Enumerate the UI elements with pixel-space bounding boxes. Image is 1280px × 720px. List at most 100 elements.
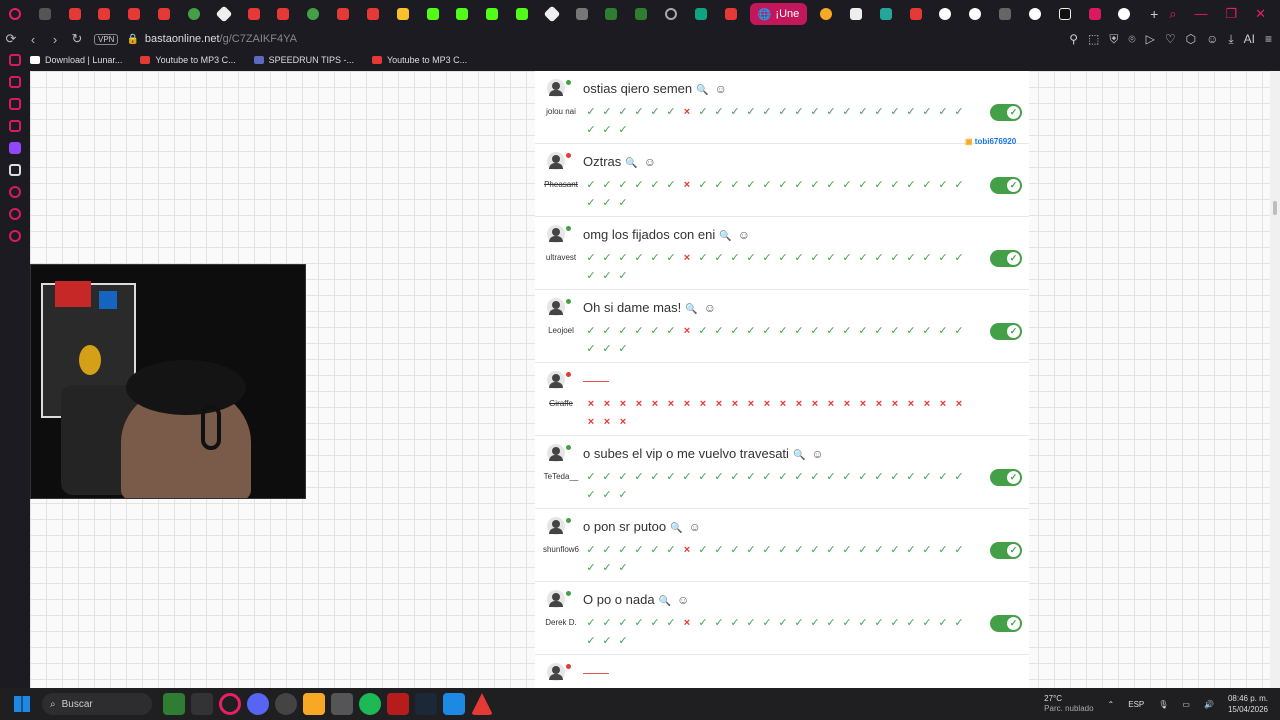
search-icon[interactable]: 🔍	[719, 231, 731, 242]
check-icon[interactable]: ✓	[791, 103, 807, 121]
page-scrollbar[interactable]	[1270, 71, 1280, 688]
smiley-icon[interactable]: ☺	[644, 155, 656, 169]
check-icon[interactable]: ✓	[903, 103, 919, 121]
back-icon[interactable]: ‹	[22, 32, 44, 47]
check-icon[interactable]: ✓	[743, 249, 759, 267]
chatgpt-tab-icon[interactable]	[686, 0, 716, 28]
check-icon[interactable]: ✓	[951, 468, 967, 486]
download-icon[interactable]: ⤓	[1228, 32, 1233, 47]
check-icon[interactable]: ✓	[775, 176, 791, 194]
check-icon[interactable]: ✓	[599, 103, 615, 121]
check-icon[interactable]: ✓	[695, 322, 711, 340]
check-icon[interactable]: ✓	[855, 614, 871, 632]
gear-tab-icon[interactable]	[656, 0, 686, 28]
check-icon[interactable]: ✓	[631, 103, 647, 121]
check-icon[interactable]: ✓	[599, 249, 615, 267]
check-icon[interactable]: ✓	[759, 103, 775, 121]
check-icon[interactable]: ✓	[695, 103, 711, 121]
youtube-tab-icon[interactable]	[328, 0, 358, 28]
check-icon[interactable]: ✓	[903, 322, 919, 340]
check-icon[interactable]: ✓	[711, 103, 727, 121]
check-icon[interactable]: ✓	[919, 176, 935, 194]
check-icon[interactable]: ✓	[599, 322, 615, 340]
check-icon[interactable]: ✓	[871, 614, 887, 632]
cross-icon[interactable]: ×	[887, 395, 903, 413]
check-icon[interactable]: ✓	[759, 176, 775, 194]
youtube-tab-icon[interactable]	[60, 0, 90, 28]
cross-icon[interactable]: ×	[919, 395, 935, 413]
opera-icon[interactable]	[219, 693, 241, 715]
folder-icon[interactable]	[303, 693, 325, 715]
check-icon[interactable]: ✓	[743, 103, 759, 121]
home-icon[interactable]	[9, 54, 21, 66]
check-icon[interactable]: ✓	[599, 176, 615, 194]
check-icon[interactable]: ✓	[727, 103, 743, 121]
kick-tab-icon[interactable]	[447, 0, 477, 28]
check-icon[interactable]: ✓	[839, 468, 855, 486]
check-icon[interactable]: ✓	[951, 614, 967, 632]
check-icon[interactable]: ✓	[711, 176, 727, 194]
spotify-icon[interactable]	[359, 693, 381, 715]
check-icon[interactable]: ✓	[887, 176, 903, 194]
tab-icon[interactable]	[537, 0, 567, 28]
smiley-icon[interactable]: ☺	[704, 301, 716, 315]
check-icon[interactable]: ✓	[615, 468, 631, 486]
check-icon[interactable]: ✓	[823, 541, 839, 559]
check-icon[interactable]: ✓	[775, 322, 791, 340]
validate-toggle[interactable]: ✓	[990, 469, 1022, 486]
check-icon[interactable]: ✓	[647, 103, 663, 121]
opera-logo-icon[interactable]	[0, 0, 30, 28]
cross-icon[interactable]: ×	[775, 395, 791, 413]
check-icon[interactable]: ✓	[599, 267, 615, 285]
new-tab-icon[interactable]: +	[1139, 0, 1169, 28]
search-tabs-icon[interactable]: ⌕	[1169, 6, 1176, 22]
check-icon[interactable]: ✓	[743, 541, 759, 559]
check-icon[interactable]: ✓	[903, 468, 919, 486]
search-icon[interactable]: 🔍	[696, 85, 708, 96]
refresh-icon[interactable]: ↻	[66, 31, 88, 47]
check-icon[interactable]: ✓	[647, 614, 663, 632]
vpn-badge[interactable]: VPN	[94, 33, 119, 45]
check-icon[interactable]: ✓	[647, 541, 663, 559]
lang-indicator[interactable]: ESP	[1128, 700, 1144, 709]
cross-icon[interactable]: ×	[935, 395, 951, 413]
youtube-tab-icon[interactable]	[268, 0, 298, 28]
check-icon[interactable]: ✓	[839, 614, 855, 632]
widgets-icon[interactable]	[163, 693, 185, 715]
check-icon[interactable]: ✓	[695, 541, 711, 559]
check-icon[interactable]: ✓	[583, 194, 599, 212]
check-icon[interactable]: ✓	[615, 559, 631, 577]
pin-icon[interactable]: ⚲	[1069, 32, 1078, 47]
clock[interactable]: 08:46 p. m. 15/04/2026	[1228, 693, 1268, 715]
check-icon[interactable]: ✓	[903, 541, 919, 559]
check-icon[interactable]: ✓	[663, 541, 679, 559]
close-icon[interactable]: ✕	[1255, 6, 1266, 22]
youtube-tab-icon[interactable]	[239, 0, 269, 28]
check-icon[interactable]: ✓	[727, 614, 743, 632]
check-icon[interactable]: ✓	[807, 322, 823, 340]
check-icon[interactable]: ✓	[615, 614, 631, 632]
check-icon[interactable]: ✓	[919, 103, 935, 121]
url-field[interactable]: bastaonline.net/g/C7ZAIKF4YA	[145, 33, 297, 45]
check-icon[interactable]: ✓	[695, 176, 711, 194]
settings-icon[interactable]	[9, 230, 21, 242]
check-icon[interactable]: ✓	[615, 103, 631, 121]
monitor-icon[interactable]: ▭	[1182, 700, 1190, 709]
check-icon[interactable]: ✓	[919, 468, 935, 486]
check-icon[interactable]: ✓	[583, 614, 599, 632]
validate-toggle[interactable]: ✓	[990, 177, 1022, 194]
check-icon[interactable]: ✓	[631, 176, 647, 194]
check-icon[interactable]: ✓	[791, 249, 807, 267]
check-icon[interactable]: ✓	[823, 322, 839, 340]
cross-icon[interactable]: ×	[823, 395, 839, 413]
check-icon[interactable]: ✓	[583, 103, 599, 121]
app-icon[interactable]	[443, 693, 465, 715]
check-icon[interactable]: ✓	[951, 103, 967, 121]
tab-icon[interactable]	[30, 0, 60, 28]
youtube-tab-icon[interactable]	[716, 0, 746, 28]
cross-icon[interactable]: ×	[695, 395, 711, 413]
check-icon[interactable]: ✓	[599, 559, 615, 577]
smiley-icon[interactable]: ☺	[811, 447, 823, 461]
player-icon[interactable]	[9, 186, 21, 198]
check-icon[interactable]: ✓	[631, 322, 647, 340]
